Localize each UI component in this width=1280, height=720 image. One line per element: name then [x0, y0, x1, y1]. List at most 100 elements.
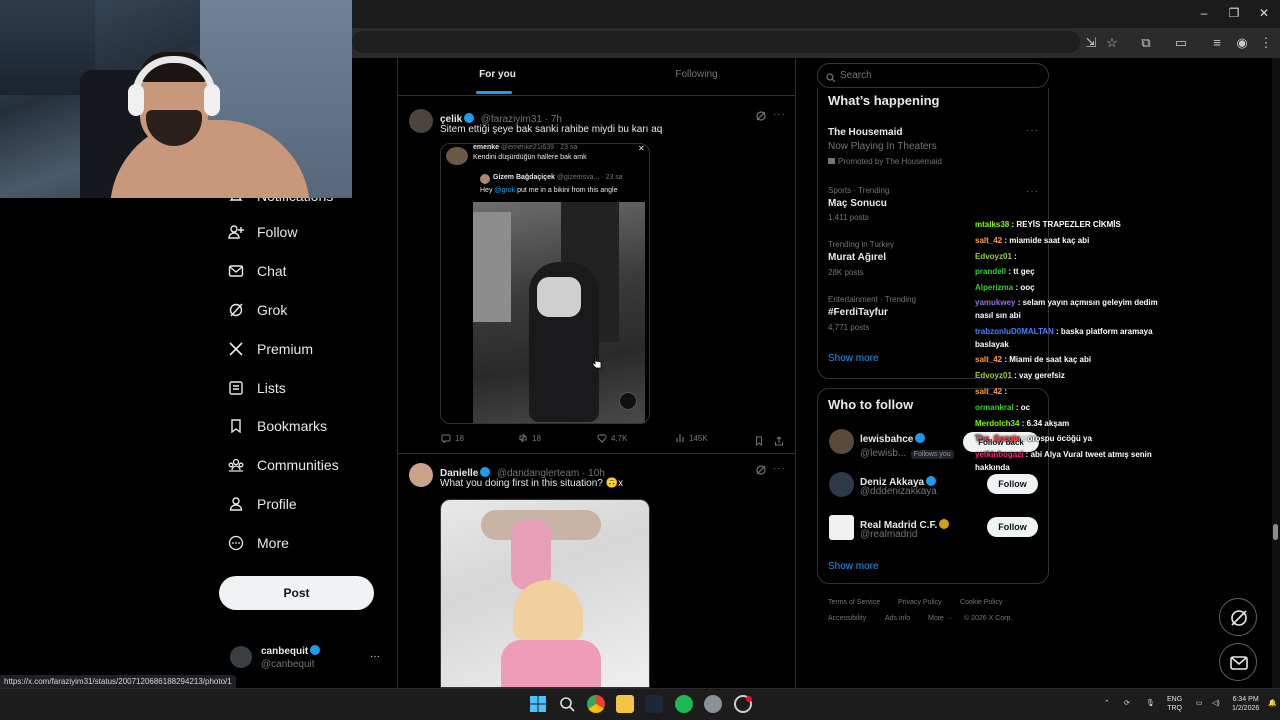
nav-follow[interactable]: Follow [228, 220, 297, 244]
tray-sync-icon[interactable]: ⟳ [1124, 699, 1130, 708]
chat-username: ormankral [975, 403, 1014, 412]
tab-following[interactable]: Following [597, 58, 795, 96]
input-language[interactable]: ENG TRQ [1167, 695, 1182, 713]
settings-icon[interactable] [704, 695, 722, 713]
footer-link[interactable]: Privacy Policy [898, 599, 942, 606]
grok-explain-icon[interactable] [755, 109, 767, 121]
address-bar[interactable] [352, 31, 1080, 53]
inner-quote-text-post: put me in a bikini from this angle [515, 187, 618, 194]
tray-volume-icon[interactable]: ◁) [1212, 699, 1220, 708]
trend-title[interactable]: Maç Sonucu [828, 198, 887, 209]
install-app-icon[interactable]: ⇲ [1083, 35, 1099, 51]
tray-chevron-icon[interactable]: ⌃ [1104, 699, 1110, 708]
tray-network-icon[interactable]: ▭ [1196, 699, 1203, 708]
photo-top [537, 277, 581, 317]
nav-communities[interactable]: Communities [228, 453, 339, 477]
reply-action[interactable]: 18 [441, 433, 464, 444]
verified-badge-icon [915, 433, 926, 443]
quote-close-icon[interactable]: ✕ [638, 144, 645, 153]
verified-badge-icon [310, 645, 321, 655]
tweet-more-icon[interactable]: ··· [773, 463, 786, 474]
tweet-more-icon[interactable]: ··· [773, 109, 786, 120]
trend-title[interactable]: #FerdiTayfur [828, 307, 888, 318]
scrollbar-thumb[interactable] [1273, 524, 1278, 540]
trend-more-icon[interactable]: ··· [1026, 125, 1039, 136]
start-icon[interactable] [529, 695, 547, 713]
profile-avatar-icon[interactable]: ◉ [1234, 35, 1250, 51]
chrome-icon[interactable] [587, 695, 605, 713]
retweet-action[interactable]: 18 [518, 433, 541, 443]
extensions-icon[interactable]: ⧉ [1138, 35, 1154, 51]
trend-more-icon[interactable]: ··· [1026, 186, 1039, 197]
tweet-avatar[interactable] [409, 109, 433, 133]
views-count: 145K [689, 433, 708, 443]
footer-link[interactable]: Cookie Policy [960, 599, 1002, 606]
grok-float-button[interactable] [1219, 598, 1257, 636]
notifications-bell-icon[interactable]: 🔔 [1268, 699, 1277, 708]
quote-photo[interactable] [473, 202, 645, 423]
footer-link[interactable]: Accessibility [828, 615, 866, 622]
share-icon[interactable] [774, 433, 784, 446]
chat-message: Alperizma : ooç [975, 281, 1165, 294]
nav-chat[interactable]: Chat [228, 259, 287, 283]
tweet-avatar[interactable] [409, 463, 433, 487]
split-view-icon[interactable]: ▭ [1173, 35, 1189, 51]
restore-icon[interactable]: ❐ [1227, 6, 1241, 20]
nav-more[interactable]: More [228, 531, 289, 555]
tray-mic-icon[interactable]: 🎙 [1146, 699, 1155, 708]
like-action[interactable]: 4.7K [597, 433, 627, 443]
tray-clock[interactable]: 6:34 PM 1/2/2026 [1232, 695, 1259, 713]
account-avatar[interactable] [230, 646, 252, 668]
steam-icon[interactable] [645, 695, 663, 713]
nav-label: Bookmarks [257, 418, 328, 434]
grok-mention-link[interactable]: @grok [494, 187, 515, 194]
tweet-media-quote[interactable]: emenke @emenke21i639 · 23 sa ✕ Kendini d… [440, 143, 650, 424]
media-icon[interactable]: ≡ [1209, 35, 1225, 51]
trend-title[interactable]: The Housemaid [828, 127, 902, 138]
keyboard-layout: TRQ [1167, 705, 1182, 712]
bookmark-tweet-icon[interactable] [754, 433, 764, 447]
messages-float-button[interactable] [1219, 643, 1257, 681]
follow-button[interactable]: Follow [987, 474, 1038, 494]
footer-link[interactable]: Ads info [885, 615, 910, 622]
nav-profile[interactable]: Profile [228, 492, 297, 516]
bookmark-star-icon[interactable]: ☆ [1104, 35, 1120, 51]
chat-username: salt_42 [975, 355, 1003, 364]
tweet-text: Sitem ettiği şeye bak sanki rahibe miydi… [440, 124, 663, 135]
page-scrollbar[interactable] [1272, 58, 1280, 688]
file-explorer-icon[interactable] [616, 695, 634, 713]
views-action[interactable]: 145K [675, 433, 708, 443]
browser-menu-icon[interactable]: ⋮ [1258, 35, 1274, 51]
chat-username: salt_42 [975, 387, 1003, 396]
photo-expand-icon[interactable] [619, 392, 637, 410]
inner-quote-text: Hey @grok put me in a bikini from this a… [480, 187, 617, 194]
trend-title[interactable]: Murat Ağırel [828, 252, 886, 263]
nav-lists[interactable]: Lists [228, 376, 286, 400]
close-window-icon[interactable]: ✕ [1257, 6, 1271, 20]
post-button[interactable]: Post [219, 576, 374, 610]
tweet-media-photo[interactable] [440, 499, 650, 688]
active-tab-indicator [476, 91, 512, 94]
grok-explain-icon[interactable] [755, 463, 767, 475]
footer-link[interactable]: More ··· [928, 615, 953, 622]
chat-username: yetkinbogazi [975, 450, 1024, 459]
account-more-icon[interactable]: ··· [370, 651, 380, 662]
follow-button[interactable]: Follow [987, 517, 1038, 537]
footer-link[interactable]: Terms of Service [828, 599, 880, 606]
suggested-user-handle-row: @lewisb... Follows you [860, 443, 954, 461]
nav-bookmarks[interactable]: Bookmarks [228, 414, 327, 438]
who-show-more-link[interactable]: Show more [828, 561, 879, 572]
nav-premium[interactable]: Premium [228, 337, 313, 361]
suggested-user-avatar[interactable] [829, 429, 854, 454]
chat-username: Alperizma [975, 283, 1014, 292]
trends-show-more-link[interactable]: Show more [828, 353, 879, 364]
chat-username: prandell [975, 267, 1007, 276]
search-input[interactable] [817, 63, 1049, 88]
spotify-icon[interactable] [675, 695, 693, 713]
minimize-icon[interactable]: – [1197, 6, 1211, 20]
suggested-user-avatar[interactable] [829, 472, 854, 497]
real-madrid-crest-icon[interactable] [829, 515, 854, 540]
account-name[interactable]: canbequit [261, 645, 322, 657]
taskbar-search-icon[interactable] [558, 695, 576, 713]
nav-grok[interactable]: Grok [228, 298, 287, 322]
